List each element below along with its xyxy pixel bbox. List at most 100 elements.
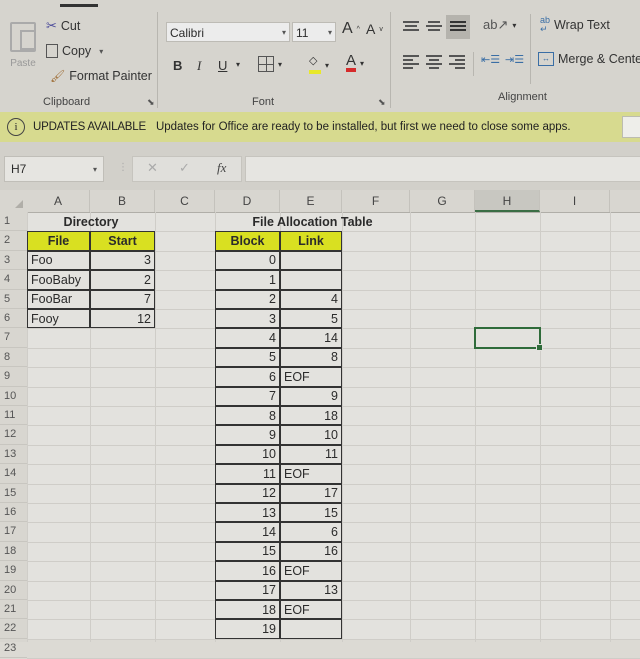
clipboard-dialog-launcher-icon[interactable]: ⬊ [147, 97, 155, 108]
update-now-button[interactable] [622, 116, 640, 138]
row-header-12[interactable]: 12 [0, 425, 27, 445]
font-dialog-launcher-icon[interactable]: ⬊ [378, 97, 386, 108]
fat-link-cell[interactable]: 9 [280, 386, 342, 406]
align-top-icon[interactable] [403, 21, 419, 33]
row-header-8[interactable]: 8 [0, 348, 27, 368]
fat-link-cell[interactable]: 16 [280, 541, 342, 562]
cancel-icon[interactable]: ✕ [147, 160, 158, 176]
fat-link-cell[interactable] [280, 250, 342, 271]
row-header-20[interactable]: 20 [0, 581, 27, 600]
fat-block-cell[interactable]: 10 [215, 444, 280, 465]
directory-file-cell[interactable]: Foo [27, 250, 90, 271]
insert-function-icon[interactable]: fx [217, 160, 226, 176]
row-header-17[interactable]: 17 [0, 522, 27, 542]
fat-block-cell[interactable]: 14 [215, 522, 280, 542]
fat-block-cell[interactable]: 9 [215, 425, 280, 445]
row-header-22[interactable]: 22 [0, 619, 27, 639]
fat-block-cell[interactable]: 4 [215, 328, 280, 348]
fat-link-cell[interactable] [280, 619, 342, 639]
grow-font-button[interactable]: A ^ [342, 20, 360, 38]
selected-cell-h7[interactable] [474, 327, 543, 352]
column-header-d[interactable]: D [215, 190, 280, 212]
directory-start-cell[interactable]: 2 [90, 270, 155, 290]
font-size-select[interactable]: 11 ▾ [292, 22, 336, 42]
fat-block-cell[interactable]: 3 [215, 309, 280, 329]
fat-block-cell[interactable]: 18 [215, 600, 280, 620]
underline-button[interactable]: U [218, 58, 227, 73]
formula-input[interactable] [245, 156, 640, 182]
font-name-select[interactable]: Calibri ▾ [166, 22, 290, 42]
row-header-16[interactable]: 16 [0, 503, 27, 523]
column-header-b[interactable]: B [90, 190, 155, 212]
cut-button[interactable]: ✂ Cut [46, 18, 80, 34]
align-right-icon[interactable] [449, 55, 465, 69]
row-header-18[interactable]: 18 [0, 542, 27, 562]
increase-indent-icon[interactable]: ⇥☰ [505, 53, 524, 66]
fat-link-cell[interactable]: EOF [280, 600, 342, 620]
row-header-2[interactable]: 2 [0, 231, 27, 251]
directory-start-cell[interactable]: 7 [90, 289, 155, 309]
row-header-1[interactable]: 1 [0, 212, 27, 232]
align-left-icon[interactable] [403, 55, 419, 69]
directory-file-cell[interactable]: FooBaby [27, 270, 90, 290]
row-header-4[interactable]: 4 [0, 270, 27, 290]
fat-block-cell[interactable]: 12 [215, 483, 280, 503]
italic-button[interactable]: I [197, 58, 201, 74]
fat-link-cell[interactable]: 5 [280, 309, 342, 329]
fat-link-cell[interactable]: 4 [280, 289, 342, 309]
fat-link-cell[interactable]: 17 [280, 483, 342, 503]
row-header-5[interactable]: 5 [0, 290, 27, 309]
align-center-icon[interactable] [426, 55, 442, 69]
row-header-11[interactable]: 11 [0, 406, 27, 426]
row-header-9[interactable]: 9 [0, 367, 27, 387]
fat-block-cell[interactable]: 7 [215, 386, 280, 406]
copy-button[interactable]: Copy ▾ [46, 44, 103, 58]
fat-block-cell[interactable]: 17 [215, 580, 280, 600]
directory-start-cell[interactable]: 3 [90, 250, 155, 271]
column-header-i[interactable]: I [540, 190, 610, 212]
fat-link-cell[interactable]: 6 [280, 522, 342, 542]
directory-start-cell[interactable]: 12 [90, 309, 155, 329]
fat-link-cell[interactable]: EOF [280, 367, 342, 387]
fat-header-link[interactable]: Link [280, 231, 342, 251]
directory-header-file[interactable]: File [27, 231, 90, 251]
fat-block-cell[interactable]: 2 [215, 289, 280, 309]
fat-block-cell[interactable]: 0 [215, 250, 280, 271]
fat-title[interactable]: File Allocation Table [215, 212, 410, 231]
fat-block-cell[interactable]: 16 [215, 561, 280, 581]
fat-link-cell[interactable] [280, 270, 342, 290]
row-header-7[interactable]: 7 [0, 328, 27, 348]
column-header-g[interactable]: G [410, 190, 475, 212]
enter-icon[interactable]: ✓ [179, 160, 190, 176]
directory-file-cell[interactable]: FooBar [27, 289, 90, 309]
shrink-font-button[interactable]: Av [366, 21, 383, 37]
fat-block-cell[interactable]: 19 [215, 619, 280, 639]
fat-link-cell[interactable]: EOF [280, 561, 342, 581]
fat-block-cell[interactable]: 13 [215, 503, 280, 523]
row-header-15[interactable]: 15 [0, 484, 27, 503]
row-header-10[interactable]: 10 [0, 387, 27, 406]
borders-button[interactable]: ▾ [258, 56, 282, 72]
fat-link-cell[interactable]: 15 [280, 503, 342, 523]
fat-block-cell[interactable]: 5 [215, 347, 280, 368]
column-header-c[interactable]: C [155, 190, 215, 212]
fat-block-cell[interactable]: 8 [215, 406, 280, 426]
select-all-button[interactable] [0, 190, 27, 212]
paste-button[interactable]: Paste [6, 22, 40, 92]
fill-color-button[interactable]: ◇ ▾ [309, 56, 329, 74]
spreadsheet-grid[interactable]: ABCDEFGHI 1 2 3 4 5 6 7 8 9 10 11 12 13 14 15 16 17 18 19 2… [0, 190, 640, 659]
fat-link-cell[interactable]: 8 [280, 347, 342, 368]
format-painter-button[interactable]: 🖌 Format Painter [50, 69, 152, 83]
directory-header-start[interactable]: Start [90, 231, 155, 251]
row-header-21[interactable]: 21 [0, 600, 27, 620]
column-header-a[interactable]: A [27, 190, 90, 212]
merge-center-button[interactable]: ↔ Merge & Center [538, 52, 640, 66]
column-header-h[interactable]: H [475, 190, 540, 212]
fat-link-cell[interactable]: 11 [280, 444, 342, 465]
name-box[interactable]: H7 ▾ [4, 156, 104, 182]
chevron-down-icon[interactable]: ▾ [236, 60, 240, 69]
align-middle-icon[interactable] [426, 21, 442, 33]
fat-link-cell[interactable]: 18 [280, 406, 342, 426]
row-header-13[interactable]: 13 [0, 445, 27, 465]
fat-block-cell[interactable]: 15 [215, 541, 280, 562]
